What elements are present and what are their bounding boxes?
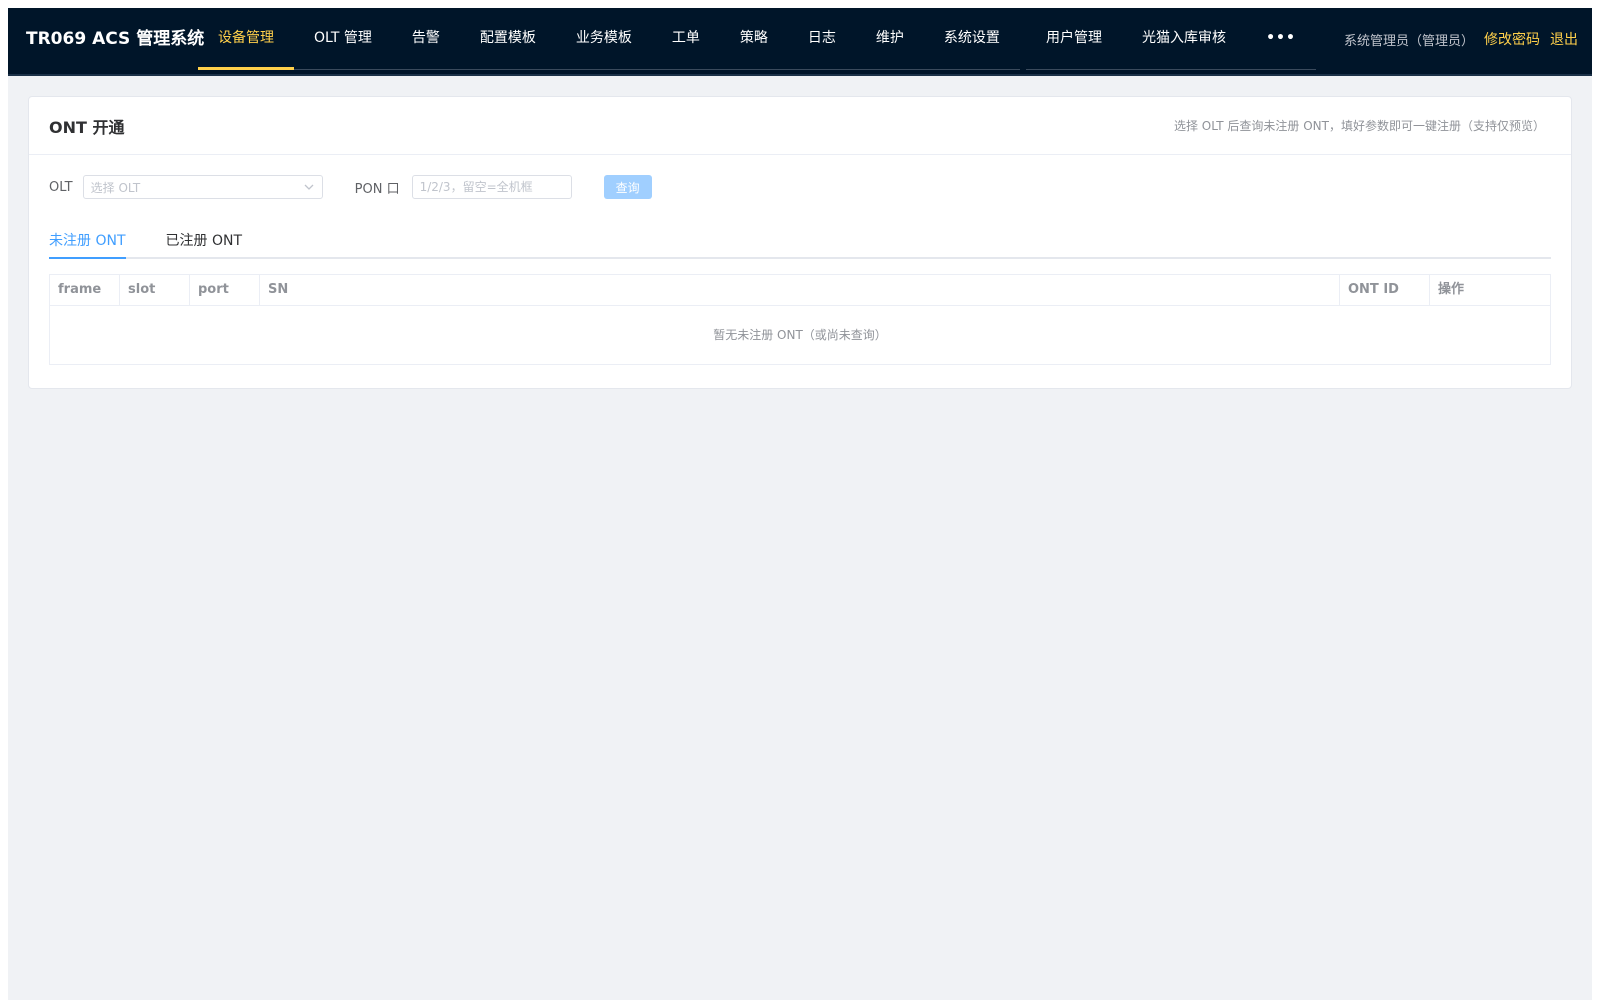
nav-item-olt-management[interactable]: OLT 管理 bbox=[294, 8, 392, 68]
nav-item-user-management[interactable]: 用户管理 bbox=[1026, 8, 1122, 68]
nav-item-work-orders[interactable]: 工单 bbox=[652, 8, 720, 68]
query-form: OLT 选择 OLT PON 口 查询 bbox=[49, 174, 652, 200]
top-header: TR069 ACS 管理系统 设备管理 OLT 管理 告警 配置模板 业务模板 … bbox=[8, 8, 1592, 76]
nav-item-ont-warehouse-review[interactable]: 光猫入库审核 bbox=[1122, 8, 1246, 68]
nav-item-device-management[interactable]: 设备管理 bbox=[198, 8, 294, 70]
secondary-nav: 用户管理 光猫入库审核 ••• bbox=[1026, 8, 1316, 70]
nav-item-logs[interactable]: 日志 bbox=[788, 8, 856, 68]
column-header-port: port bbox=[190, 275, 260, 305]
card-header: ONT 开通 选择 OLT 后查询未注册 ONT，填好参数即可一键注册（支持仅预… bbox=[29, 97, 1571, 155]
card-hint: 选择 OLT 后查询未注册 ONT，填好参数即可一键注册（支持仅预览） bbox=[1173, 119, 1545, 133]
olt-label: OLT bbox=[49, 179, 73, 195]
column-header-frame: frame bbox=[50, 275, 120, 305]
column-header-actions: 操作 bbox=[1438, 282, 1465, 297]
chevron-down-icon bbox=[304, 184, 314, 190]
olt-select-placeholder: 选择 OLT bbox=[90, 180, 141, 195]
table-header: frame slot port SN ONT ID 操作 bbox=[50, 275, 1550, 306]
nav-item-alarms[interactable]: 告警 bbox=[392, 8, 460, 68]
tab-unregistered-ont[interactable]: 未注册 ONT bbox=[49, 225, 126, 259]
table-empty-text: 暂无未注册 ONT（或尚未查询） bbox=[713, 328, 887, 342]
column-header-ont-id: ONT ID bbox=[1340, 275, 1430, 305]
ont-provision-card: ONT 开通 选择 OLT 后查询未注册 ONT，填好参数即可一键注册（支持仅预… bbox=[28, 96, 1572, 389]
main-nav: 设备管理 OLT 管理 告警 配置模板 业务模板 工单 策略 日志 维护 系统设… bbox=[198, 8, 1020, 70]
nav-item-maintenance[interactable]: 维护 bbox=[856, 8, 924, 68]
app-frame: TR069 ACS 管理系统 设备管理 OLT 管理 告警 配置模板 业务模板 … bbox=[8, 8, 1592, 1000]
nav-item-config-templates[interactable]: 配置模板 bbox=[460, 8, 556, 68]
page-title: ONT 开通 bbox=[49, 117, 125, 137]
pon-port-input[interactable] bbox=[411, 175, 572, 199]
current-user-label: 系统管理员（管理员） bbox=[1343, 33, 1474, 49]
logout-link[interactable]: 退出 bbox=[1550, 29, 1578, 49]
user-box: 系统管理员（管理员） 修改密码 退出 bbox=[1344, 8, 1578, 70]
olt-select[interactable]: 选择 OLT bbox=[82, 175, 323, 199]
pon-port-label: PON 口 bbox=[354, 181, 400, 197]
nav-item-service-templates[interactable]: 业务模板 bbox=[556, 8, 652, 68]
column-header-sn: SN bbox=[260, 275, 1340, 305]
nav-item-system-settings[interactable]: 系统设置 bbox=[924, 8, 1020, 68]
tab-registered-ont[interactable]: 已注册 ONT bbox=[166, 225, 243, 257]
change-password-link[interactable]: 修改密码 bbox=[1484, 29, 1540, 49]
more-dots-icon[interactable]: ••• bbox=[1246, 8, 1316, 68]
brand-title: TR069 ACS 管理系统 bbox=[26, 29, 205, 49]
query-button[interactable]: 查询 bbox=[603, 175, 652, 199]
ont-tabs: 未注册 ONT 已注册 ONT bbox=[49, 225, 1551, 259]
nav-item-policies[interactable]: 策略 bbox=[720, 8, 788, 68]
unregistered-ont-table: frame slot port SN ONT ID 操作 暂无未注册 ONT（或… bbox=[49, 274, 1551, 365]
column-header-slot: slot bbox=[120, 275, 190, 305]
